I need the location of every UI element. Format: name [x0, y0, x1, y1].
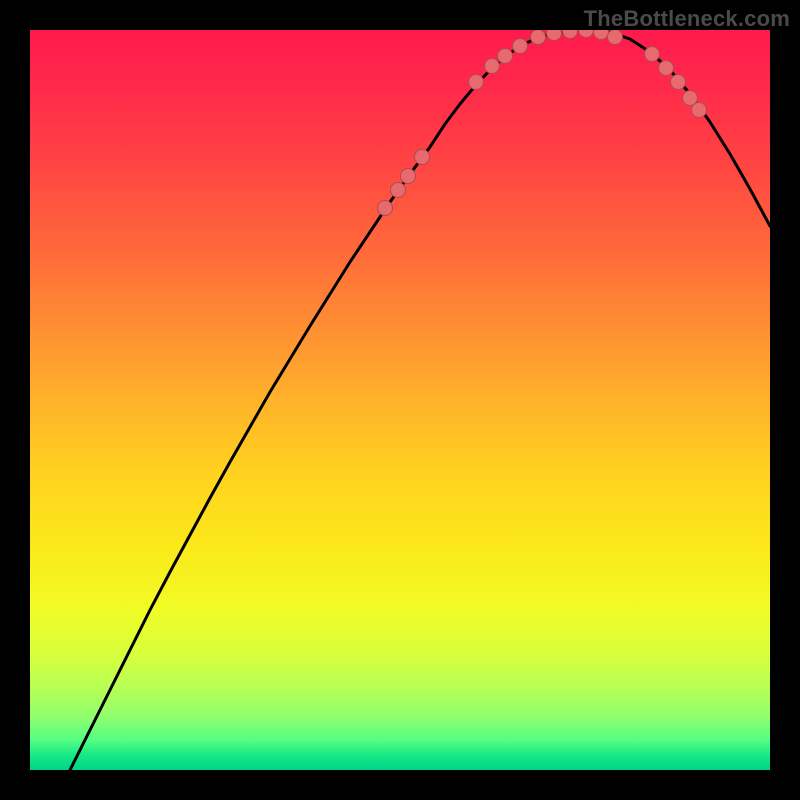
data-point [531, 30, 546, 45]
data-point [469, 75, 484, 90]
data-point [498, 49, 513, 64]
data-point [513, 39, 528, 54]
data-point [692, 103, 707, 118]
data-point [391, 183, 406, 198]
data-point [659, 61, 674, 76]
data-point [415, 150, 430, 165]
data-point [608, 30, 623, 45]
data-point [594, 30, 609, 40]
data-point [547, 30, 562, 41]
chart-svg [30, 30, 770, 770]
data-point [485, 59, 500, 74]
data-point [563, 30, 578, 39]
chart-plot-area [30, 30, 770, 770]
data-point [401, 169, 416, 184]
data-point [671, 75, 686, 90]
data-point [378, 201, 393, 216]
data-point [645, 47, 660, 62]
watermark-text: TheBottleneck.com [584, 6, 790, 32]
data-point [579, 30, 594, 38]
bottleneck-curve [70, 30, 770, 770]
